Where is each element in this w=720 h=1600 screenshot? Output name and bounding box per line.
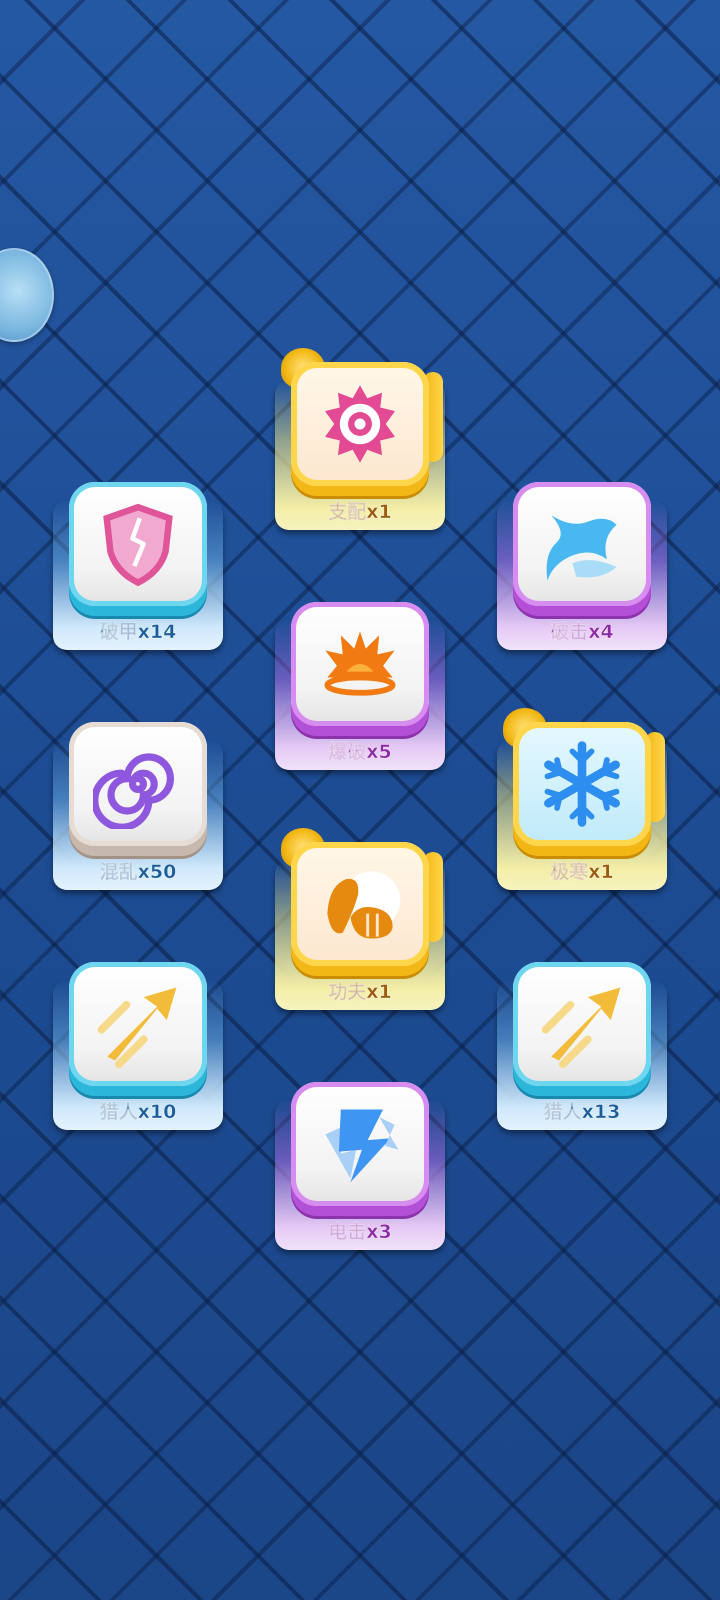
skill-tile: [69, 482, 207, 616]
snowflake-icon: [544, 741, 620, 827]
skill-card-dominate[interactable]: 支配x1: [275, 348, 445, 530]
skill-label: 功夫x1: [328, 981, 392, 1004]
skill-label: 电击x3: [328, 1221, 392, 1244]
skill-card-break-strike[interactable]: 破击x4: [497, 482, 667, 650]
broken-shield-icon: [103, 503, 173, 587]
skill-tile: [513, 962, 651, 1096]
skill-card-frost[interactable]: 极寒x1: [497, 708, 667, 890]
skill-card-blast[interactable]: 爆破x5: [275, 602, 445, 770]
skill-card-hunter-right[interactable]: 猎人x13: [497, 962, 667, 1130]
skill-label: 猎人x10: [99, 1101, 177, 1124]
skill-tile: [513, 482, 651, 616]
skill-card-armor-break[interactable]: 破甲x14: [53, 482, 223, 650]
monster-avatar-icon[interactable]: [0, 248, 54, 342]
skill-card-kungfu[interactable]: 功夫x1: [275, 828, 445, 1010]
skill-label: 破甲x14: [99, 621, 177, 644]
skill-label: 极寒x1: [550, 861, 614, 884]
skill-label: 支配x1: [328, 501, 392, 524]
skill-label: 破击x4: [550, 621, 614, 644]
skill-tile: [281, 828, 443, 976]
skill-tile: [291, 1082, 429, 1216]
water-splash-icon: [546, 515, 617, 581]
explosion-icon: [324, 631, 396, 696]
arrow-icon: [541, 987, 621, 1069]
skill-tile: [291, 602, 429, 736]
eye-creature-icon: [325, 385, 395, 463]
fist-icon: [327, 871, 401, 939]
skill-card-hunter-left[interactable]: 猎人x10: [53, 962, 223, 1130]
skill-label: 猎人x13: [543, 1101, 621, 1124]
arrow-icon: [97, 987, 177, 1069]
lightning-icon: [325, 1109, 399, 1183]
skill-card-chaos[interactable]: 混乱x50: [53, 722, 223, 890]
skill-tile: [69, 962, 207, 1096]
skill-card-shock[interactable]: 电击x3: [275, 1082, 445, 1250]
skill-tile: [281, 348, 443, 496]
skill-label: 混乱x50: [99, 861, 177, 884]
skill-label: 爆破x5: [328, 741, 392, 764]
spiral-icon: [93, 753, 174, 829]
skill-tile: [69, 722, 207, 856]
skill-tile: [503, 708, 665, 856]
